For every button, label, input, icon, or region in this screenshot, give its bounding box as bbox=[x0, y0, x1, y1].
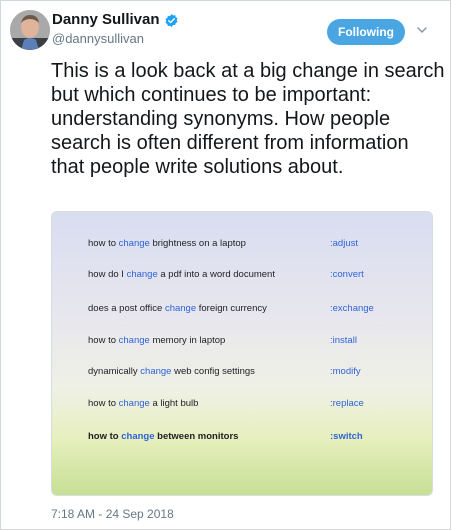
synonym-tag: :convert bbox=[330, 269, 364, 280]
avatar[interactable] bbox=[10, 10, 50, 50]
synonym-tag: :exchange bbox=[330, 303, 374, 314]
tweet-timestamp[interactable]: 7:18 AM - 24 Sep 2018 bbox=[51, 506, 174, 522]
author-handle[interactable]: @dannysullivan bbox=[52, 31, 144, 47]
chevron-down-icon[interactable] bbox=[416, 23, 428, 35]
synonym-tag: :switch bbox=[330, 431, 363, 442]
query-text: does a post office change foreign curren… bbox=[88, 303, 267, 314]
query-text: how to change between monitors bbox=[88, 431, 239, 442]
query-text: dynamically change web config settings bbox=[88, 366, 255, 377]
media-row: dynamically change web config settings :… bbox=[52, 361, 432, 383]
synonym-tag: :install bbox=[330, 335, 357, 346]
verified-badge-icon bbox=[164, 13, 179, 28]
query-text: how to change a light bulb bbox=[88, 398, 199, 409]
author-name[interactable]: Danny Sullivan bbox=[52, 11, 160, 29]
media-row: how to change brightness on a laptop :ad… bbox=[52, 233, 432, 255]
media-row: does a post office change foreign curren… bbox=[52, 298, 432, 320]
tweet-card: Danny Sullivan @dannysullivan Following … bbox=[0, 0, 451, 530]
synonym-tag: :replace bbox=[330, 398, 364, 409]
media-row: how to change memory in laptop :install bbox=[52, 330, 432, 352]
tweet-text: This is a look back at a big change in s… bbox=[51, 60, 445, 178]
avatar-photo bbox=[10, 10, 50, 50]
media-row: how to change a light bulb :replace bbox=[52, 393, 432, 415]
author-row: Danny Sullivan bbox=[52, 11, 179, 29]
media-row: how do I change a pdf into a word docume… bbox=[52, 264, 432, 286]
synonym-tag: :modify bbox=[330, 366, 361, 377]
following-button[interactable]: Following bbox=[327, 19, 405, 45]
query-text: how to change brightness on a laptop bbox=[88, 238, 246, 249]
tweet-media-image[interactable]: how to change brightness on a laptop :ad… bbox=[51, 211, 433, 496]
media-row: how to change between monitors :switch bbox=[52, 426, 432, 448]
query-text: how to change memory in laptop bbox=[88, 335, 226, 346]
query-text: how do I change a pdf into a word docume… bbox=[88, 269, 275, 280]
synonym-tag: :adjust bbox=[330, 238, 358, 249]
